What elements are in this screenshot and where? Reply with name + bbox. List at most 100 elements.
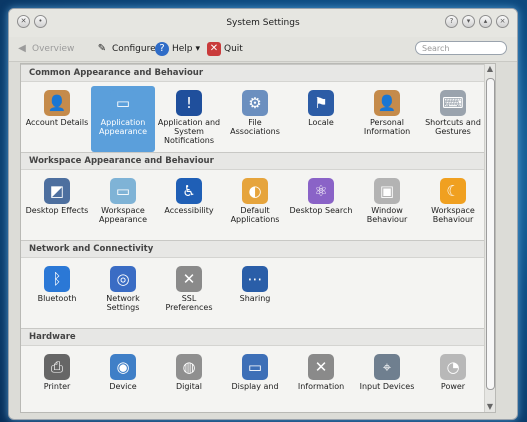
- settings-item-label: Personal Information: [363, 118, 411, 136]
- settings-item[interactable]: ⚑ Locale: [289, 86, 353, 152]
- tools-icon: ✕: [308, 354, 334, 380]
- bluetooth-icon: ᛒ: [44, 266, 70, 292]
- settings-item-label: Workspace Appearance: [98, 206, 148, 224]
- window-icon: ▣: [374, 178, 400, 204]
- settings-item[interactable]: ⋯ Sharing: [223, 262, 287, 328]
- settings-item[interactable]: ▭ Display and: [223, 350, 287, 412]
- help-icon: ?: [155, 42, 169, 56]
- moon-icon: ☾: [440, 178, 466, 204]
- settings-item-label: Workspace Behaviour: [431, 206, 475, 224]
- settings-item[interactable]: ✕ Information: [289, 350, 353, 412]
- settings-item-label: Printer: [43, 382, 71, 391]
- scroll-up-icon[interactable]: ▲: [486, 64, 494, 74]
- settings-item-label: Application Appearance: [98, 118, 148, 136]
- settings-item[interactable]: ⚛ Desktop Search: [289, 174, 353, 240]
- help-label: Help: [172, 44, 193, 54]
- minimize-icon[interactable]: ▾: [462, 15, 475, 28]
- paint-icon: ▭: [110, 90, 136, 116]
- settings-item-label: Bluetooth: [37, 294, 77, 303]
- maximize-icon[interactable]: ▴: [479, 15, 492, 28]
- window-title: System Settings: [226, 18, 300, 28]
- default-apps-icon: ◐: [242, 178, 268, 204]
- printer-icon: ⎙: [44, 354, 70, 380]
- toolbar: ◀ Overview ✎ Configure ? Help ▾ ✕ Quit S…: [9, 37, 517, 62]
- settings-item[interactable]: ◔ Power: [421, 350, 485, 412]
- camera-icon: ◍: [176, 354, 202, 380]
- settings-item-label: Digital: [176, 382, 202, 391]
- settings-item[interactable]: ⌖ Input Devices: [355, 350, 419, 412]
- input-devices-icon: ⌖: [374, 354, 400, 380]
- section-title: Common Appearance and Behaviour: [21, 64, 495, 82]
- settings-item-label: Information: [297, 382, 345, 391]
- globe-icon: ◎: [110, 266, 136, 292]
- settings-section: Common Appearance and Behaviour 👤 Account …: [21, 64, 495, 152]
- settings-item[interactable]: ᛒ Bluetooth: [25, 262, 89, 328]
- scrollbar[interactable]: ▲ ▼: [484, 64, 495, 412]
- quit-button[interactable]: ✕ Quit: [207, 42, 243, 56]
- overview-button[interactable]: ◀ Overview: [15, 42, 74, 56]
- section-title: Workspace Appearance and Behaviour: [21, 152, 495, 170]
- section-items: ᛒ Bluetooth ◎ Network Settings ✕ SSL Preferen…: [21, 258, 495, 328]
- settings-item-label: Accessibility: [164, 206, 214, 215]
- chevron-down-icon: ▾: [195, 44, 201, 54]
- settings-item-label: Power: [440, 382, 466, 391]
- settings-item-label: Display and: [231, 382, 279, 391]
- settings-item-label: Application and System Notifications: [157, 118, 221, 145]
- settings-item-label: Input Devices: [359, 382, 415, 391]
- settings-item[interactable]: ! Application and System Notifications: [157, 86, 221, 152]
- scroll-thumb[interactable]: [486, 78, 495, 390]
- help-button[interactable]: ? Help ▾: [155, 42, 200, 56]
- sharing-icon: ⋯: [242, 266, 268, 292]
- settings-item-label: Shortcuts and Gestures: [425, 118, 481, 136]
- section-items: 👤 Account Details ▭ Application Appearance!…: [21, 82, 495, 152]
- settings-item[interactable]: ⌨ Shortcuts and Gestures: [421, 86, 485, 152]
- close-icon[interactable]: ×: [496, 15, 509, 28]
- settings-item-label: SSL Preferences: [165, 294, 213, 312]
- settings-item[interactable]: 👤 Personal Information: [355, 86, 419, 152]
- settings-item[interactable]: 👤 Account Details: [25, 86, 89, 152]
- section-items: ◩ Desktop Effects ▭ Workspace Appearance ♿ Ac…: [21, 170, 495, 240]
- settings-item[interactable]: ☾ Workspace Behaviour: [421, 174, 485, 240]
- settings-item[interactable]: ▭ Workspace Appearance: [91, 174, 155, 240]
- paint-icon: ▭: [110, 178, 136, 204]
- system-settings-window: ✕ • System Settings ? ▾ ▴ × ◀ Overview ✎…: [8, 8, 518, 420]
- monitor-icon: ▭: [242, 354, 268, 380]
- exclamation-icon: !: [176, 90, 202, 116]
- bulb-icon: ◔: [440, 354, 466, 380]
- settings-section: Workspace Appearance and Behaviour ◩ Deskt…: [21, 152, 495, 240]
- settings-item[interactable]: ◉ Device: [91, 350, 155, 412]
- search-input[interactable]: Search: [415, 41, 507, 55]
- tools-icon: ✕: [176, 266, 202, 292]
- user-info-icon: 👤: [374, 90, 400, 116]
- molecule-icon: ⚛: [308, 178, 334, 204]
- settings-section: Network and Connectivity ᛒ Bluetooth ◎ Netwo…: [21, 240, 495, 328]
- settings-item[interactable]: ◐ Default Applications: [223, 174, 287, 240]
- settings-item[interactable]: ▣ Window Behaviour: [355, 174, 419, 240]
- settings-item[interactable]: ◍ Digital: [157, 350, 221, 412]
- settings-content: Common Appearance and Behaviour 👤 Account …: [20, 63, 496, 413]
- settings-item[interactable]: ♿ Accessibility: [157, 174, 221, 240]
- settings-section: Hardware ⎙ Printer ◉ Device ◍ Digital ▭ Display …: [21, 328, 495, 412]
- settings-item[interactable]: ⚙ File Associations: [223, 86, 287, 152]
- settings-item-label: Locale: [308, 118, 334, 127]
- settings-item-label: Window Behaviour: [366, 206, 408, 224]
- settings-item[interactable]: ◎ Network Settings: [91, 262, 155, 328]
- section-title: Network and Connectivity: [21, 240, 495, 258]
- settings-item[interactable]: ✕ SSL Preferences: [157, 262, 221, 328]
- help-icon[interactable]: ?: [445, 15, 458, 28]
- titlebar: ✕ • System Settings ? ▾ ▴ ×: [9, 9, 517, 37]
- settings-item-label: Account Details: [25, 118, 89, 127]
- gears-icon: ⚙: [242, 90, 268, 116]
- settings-item-label: Desktop Search: [289, 206, 353, 215]
- configure-button[interactable]: ✎ Configure: [95, 42, 156, 56]
- accessibility-icon: ♿: [176, 178, 202, 204]
- settings-item[interactable]: ▭ Application Appearance: [91, 86, 155, 152]
- configure-label: Configure: [112, 44, 156, 54]
- settings-item[interactable]: ◩ Desktop Effects: [25, 174, 89, 240]
- back-arrow-icon: ◀: [18, 43, 26, 54]
- quit-label: Quit: [224, 44, 243, 54]
- keyboard-icon: ⌨: [440, 90, 466, 116]
- settings-item[interactable]: ⎙ Printer: [25, 350, 89, 412]
- overview-label: Overview: [32, 44, 75, 54]
- scroll-down-icon[interactable]: ▼: [486, 402, 494, 412]
